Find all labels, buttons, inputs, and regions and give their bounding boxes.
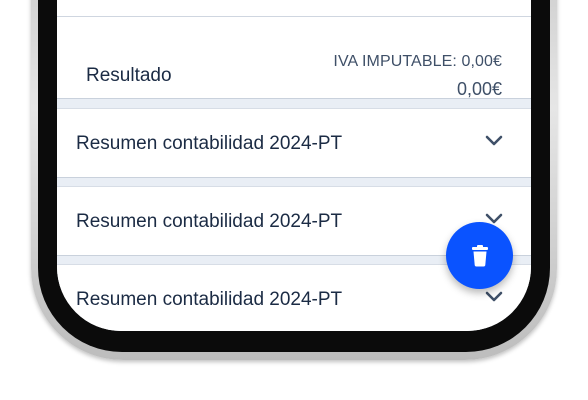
section-accordion-1[interactable]: Resumen contabilidad 2024-PT bbox=[57, 108, 531, 178]
iva-imputable-text: IVA IMPUTABLE: 0,00€ bbox=[333, 53, 502, 70]
chevron-down-icon[interactable] bbox=[485, 291, 503, 303]
chevron-down-icon[interactable] bbox=[485, 135, 503, 147]
section-title: Resumen contabilidad 2024-PT bbox=[76, 211, 343, 232]
section-title: Resumen contabilidad 2024-PT bbox=[76, 133, 343, 154]
result-total: 0,00€ bbox=[456, 79, 502, 99]
result-label: Resultado bbox=[86, 65, 172, 86]
delete-fab-button[interactable] bbox=[446, 222, 513, 289]
previous-card bbox=[57, 0, 531, 17]
section-title: Resumen contabilidad 2024-PT bbox=[76, 289, 343, 310]
trash-icon bbox=[471, 244, 488, 266]
result-card: Resultado IVA IMPUTABLE: 0,00€ 0,00€ bbox=[57, 17, 531, 99]
